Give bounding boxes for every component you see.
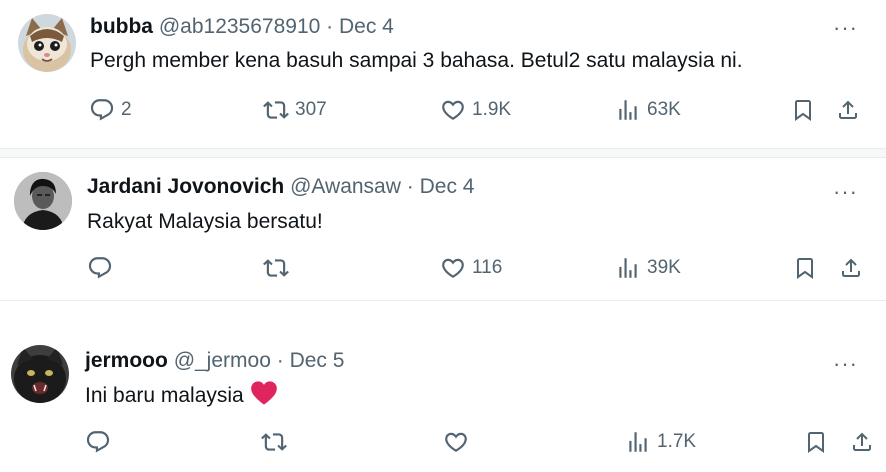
bookmark-icon bbox=[793, 256, 817, 280]
tweet[interactable]: jermooo @_jermoo · Dec 5 ··· Ini baru ma… bbox=[0, 324, 886, 472]
reply-button[interactable]: 2 bbox=[89, 95, 132, 125]
tweet-text: Pergh member kena basuh sampai 3 bahasa.… bbox=[90, 49, 743, 72]
tweet-date[interactable]: Dec 5 bbox=[290, 349, 345, 372]
avatar[interactable] bbox=[11, 345, 69, 403]
views-button[interactable]: 1.7K bbox=[625, 427, 696, 457]
retweet-arrows-icon bbox=[263, 97, 289, 123]
portrait-avatar-icon bbox=[14, 172, 72, 230]
display-name[interactable]: Jardani Jovonovich bbox=[87, 175, 284, 198]
tweet-header: bubba @ab1235678910 · Dec 4 bbox=[90, 14, 394, 40]
like-button[interactable] bbox=[443, 427, 469, 457]
display-name[interactable]: jermooo bbox=[85, 349, 168, 372]
tweet-actions: 2 307 1.9K 63K bbox=[0, 95, 886, 125]
retweet-button[interactable] bbox=[261, 427, 287, 457]
tweet-date[interactable]: Dec 4 bbox=[420, 175, 475, 198]
red-heart-emoji-icon bbox=[250, 381, 277, 405]
heart-outline-icon bbox=[440, 255, 466, 281]
reply-count: 2 bbox=[121, 99, 132, 120]
retweet-count: 307 bbox=[295, 99, 327, 120]
more-dots-icon[interactable]: ··· bbox=[833, 17, 858, 39]
speech-bubble-icon bbox=[89, 97, 115, 123]
more-dots-icon[interactable]: ··· bbox=[833, 353, 858, 375]
separator-dot: · bbox=[276, 349, 284, 372]
user-handle[interactable]: @Awansaw bbox=[290, 175, 401, 198]
like-button[interactable]: 1.9K bbox=[440, 95, 511, 125]
bookmark-icon bbox=[804, 430, 828, 454]
reply-button[interactable] bbox=[85, 427, 111, 457]
tweet-header: jermooo @_jermoo · Dec 5 bbox=[85, 348, 344, 374]
tweet-actions: 1.7K bbox=[0, 427, 886, 457]
user-handle[interactable]: @ab1235678910 bbox=[159, 15, 320, 38]
share-button[interactable] bbox=[836, 95, 860, 125]
like-button[interactable]: 116 bbox=[440, 253, 502, 283]
avatar[interactable] bbox=[18, 14, 76, 72]
tweet[interactable]: bubba @ab1235678910 · Dec 4 ··· Pergh me… bbox=[0, 0, 886, 148]
bookmark-button[interactable] bbox=[793, 253, 817, 283]
speech-bubble-icon bbox=[87, 255, 113, 281]
tweet[interactable]: Jardani Jovonovich @Awansaw · Dec 4 ··· … bbox=[0, 158, 886, 300]
tweet-divider bbox=[0, 148, 886, 158]
bar-chart-icon bbox=[615, 97, 641, 123]
share-upload-icon bbox=[839, 256, 863, 280]
cat-avatar-icon bbox=[18, 14, 76, 72]
like-count: 116 bbox=[472, 257, 503, 278]
speech-bubble-icon bbox=[85, 429, 111, 455]
view-count: 39K bbox=[647, 257, 681, 278]
tweet-text: Ini baru malaysia bbox=[85, 380, 278, 410]
bar-chart-icon bbox=[615, 255, 641, 281]
heart-outline-icon bbox=[440, 97, 466, 123]
view-count: 1.7K bbox=[657, 431, 697, 452]
tweet-divider bbox=[0, 300, 886, 324]
like-count: 1.9K bbox=[472, 99, 512, 120]
view-count: 63K bbox=[647, 99, 681, 120]
more-dots-icon[interactable]: ··· bbox=[833, 181, 858, 203]
tweet-text: Rakyat Malaysia bersatu! bbox=[87, 210, 323, 233]
display-name[interactable]: bubba bbox=[90, 15, 153, 38]
share-button[interactable] bbox=[839, 253, 863, 283]
black-cat-avatar-icon bbox=[11, 345, 69, 403]
reply-button[interactable] bbox=[87, 253, 113, 283]
bar-chart-icon bbox=[625, 429, 651, 455]
tweet-date[interactable]: Dec 4 bbox=[339, 15, 394, 38]
bookmark-icon bbox=[791, 98, 815, 122]
avatar[interactable] bbox=[14, 172, 72, 230]
share-button[interactable] bbox=[850, 427, 874, 457]
heart-outline-icon bbox=[443, 429, 469, 455]
share-upload-icon bbox=[836, 98, 860, 122]
bookmark-button[interactable] bbox=[804, 427, 828, 457]
tweet-header: Jardani Jovonovich @Awansaw · Dec 4 bbox=[87, 174, 474, 200]
separator-dot: · bbox=[406, 175, 414, 198]
retweet-button[interactable] bbox=[263, 253, 289, 283]
retweet-button[interactable]: 307 bbox=[263, 95, 327, 125]
user-handle[interactable]: @_jermoo bbox=[174, 349, 271, 372]
views-button[interactable]: 63K bbox=[615, 95, 681, 125]
tweet-actions: 116 39K bbox=[0, 253, 886, 283]
bookmark-button[interactable] bbox=[791, 95, 815, 125]
share-upload-icon bbox=[850, 430, 874, 454]
tweet-text-content: Ini baru malaysia bbox=[85, 384, 244, 407]
retweet-arrows-icon bbox=[263, 255, 289, 281]
separator-dot: · bbox=[326, 15, 334, 38]
views-button[interactable]: 39K bbox=[615, 253, 681, 283]
retweet-arrows-icon bbox=[261, 429, 287, 455]
